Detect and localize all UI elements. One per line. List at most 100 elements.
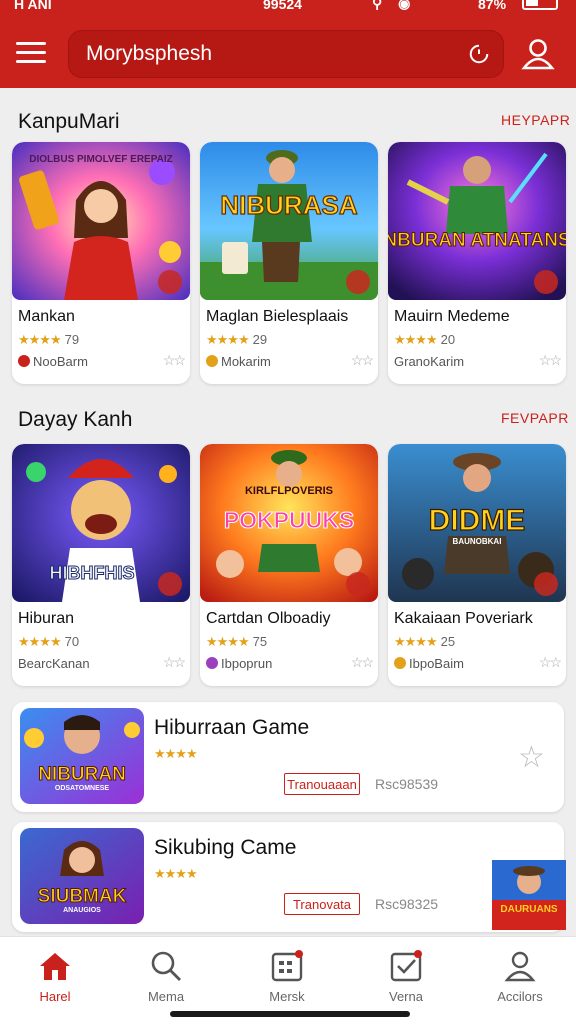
thumbnail-caption: KIRLFLPOVERIS: [245, 485, 333, 497]
app-header: H ANI 99524 ⚲ ◉ 87%: [0, 0, 576, 88]
thumbnail-caption: ANAUGIOS: [63, 907, 101, 914]
publisher-icon: [18, 355, 30, 367]
publisher-icon: [394, 657, 406, 669]
home-indicator: [170, 1011, 410, 1017]
search-icon: [151, 951, 181, 981]
game-rating: ★★★★ 79: [18, 332, 79, 348]
star-outline-icon[interactable]: ☆☆: [163, 352, 186, 369]
battery-percent: 87%: [478, 0, 507, 12]
download-button[interactable]: Tranouaaan: [284, 773, 360, 795]
publisher-name: Ibpoprun: [221, 656, 273, 671]
floating-game-thumbnail[interactable]: DAURUANS: [492, 860, 566, 930]
status-bar: H ANI 99524 ⚲ ◉ 87%: [0, 0, 576, 18]
game-thumbnail: SIUBMAK ANAUGIOS: [20, 828, 144, 924]
game-rating: ★★★★ 75: [206, 634, 267, 650]
publisher-name: GranoKarim: [394, 354, 465, 369]
carrier-label: H ANI: [14, 0, 52, 12]
signal-icon: ⚲ ◉: [372, 0, 417, 11]
game-publisher: Mokarim: [206, 354, 271, 369]
nav-item-account[interactable]: Accilors: [465, 937, 575, 1017]
game-publisher: BearcKanan: [18, 656, 90, 671]
game-name: Mankan: [18, 308, 75, 325]
see-all-link[interactable]: FEVPAPR: [501, 410, 569, 426]
search-bar[interactable]: [68, 30, 504, 78]
game-rating: ★★★★ 25: [394, 634, 455, 650]
game-thumbnail: NIBURAN ODSATOMNESE: [20, 708, 144, 804]
publisher-name: IbpoBaim: [409, 656, 464, 671]
favorite-badge-icon[interactable]: [158, 270, 182, 294]
star-outline-icon[interactable]: ☆☆: [539, 654, 562, 671]
section-title: KanpuMari: [18, 110, 120, 133]
download-button[interactable]: Tranovata: [284, 893, 360, 915]
favorite-badge-icon[interactable]: [346, 270, 370, 294]
game-card[interactable]: DIOLBUS PIMOLVEF EREPAIZ Mankan ★★★★ 79 N…: [12, 142, 190, 384]
star-rating-icon: ★★★★: [394, 634, 438, 649]
nav-item-search[interactable]: Mema: [111, 937, 221, 1017]
game-name: Mauirn Medeme: [394, 308, 510, 325]
file-size: Rsc98325: [375, 896, 439, 912]
game-card[interactable]: NBURAN ATNATANS Mauirn Medeme ★★★★ 20 Gra…: [388, 142, 566, 384]
star-outline-icon[interactable]: ☆☆: [539, 352, 562, 369]
home-icon: [40, 953, 70, 980]
star-rating-icon: ★★★★: [154, 866, 198, 881]
see-all-link[interactable]: HEYPAPR: [501, 112, 570, 128]
game-rating: ★★★★ 20: [394, 332, 455, 348]
game-publisher: IbpoBaim: [394, 656, 464, 671]
publisher-icon: [206, 657, 218, 669]
nav-label: Accilors: [497, 989, 543, 1004]
star-rating-icon: ★★★★: [154, 746, 198, 761]
favorite-badge-icon[interactable]: [534, 270, 558, 294]
star-rating-icon: ★★★★: [206, 332, 250, 347]
rating-value: 20: [440, 332, 456, 347]
content-area: KanpuMari HEYPAPR DIOLBUS PIMOLVEF EREPA…: [0, 88, 576, 936]
publisher-name: Mokarim: [221, 354, 271, 369]
star-outline-icon[interactable]: ☆☆: [163, 654, 186, 671]
favorite-badge-icon[interactable]: [534, 572, 558, 596]
featured-game-row[interactable]: NIBURAN ODSATOMNESE Hiburraan Game ★★★★ …: [12, 702, 564, 812]
favorite-badge-icon[interactable]: [346, 572, 370, 596]
star-outline-icon[interactable]: ☆☆: [351, 654, 374, 671]
star-rating-icon: ★★★★: [18, 332, 62, 347]
rating-value: 79: [64, 332, 80, 347]
nav-item-checklist[interactable]: Verna: [351, 937, 461, 1017]
checkbox-icon: [390, 950, 422, 982]
thumbnail-caption: DIOLBUS PIMOLVEF EREPAIZ: [29, 154, 173, 165]
favorite-badge-icon[interactable]: [158, 572, 182, 596]
section-title: Dayay Kanh: [18, 408, 133, 431]
search-input[interactable]: [86, 38, 456, 70]
thumbnail-art-text: SIUBMAK: [38, 886, 127, 907]
star-outline-icon[interactable]: ☆: [518, 740, 545, 775]
menu-button[interactable]: [16, 40, 48, 66]
battery-icon: [522, 0, 558, 10]
star-outline-icon[interactable]: ☆☆: [351, 352, 374, 369]
game-card[interactable]: NIBURASA Maglan Bielesplaais ★★★★ 29 Moka…: [200, 142, 378, 384]
nav-item-home[interactable]: Harel: [0, 937, 110, 1017]
game-card[interactable]: HIBHFHIS Hiburan ★★★★ 70 BearcKanan ☆☆: [12, 444, 190, 686]
thumbnail-art-text: DAURUANS: [500, 904, 558, 915]
rating-value: 25: [440, 634, 456, 649]
refresh-icon[interactable]: [468, 43, 490, 65]
thumbnail-caption: ODSATOMNESE: [55, 785, 110, 792]
game-rating: ★★★★ 29: [206, 332, 267, 348]
profile-icon[interactable]: [520, 36, 556, 72]
nav-label: Mema: [147, 989, 185, 1004]
game-publisher: NooBarm: [18, 354, 88, 369]
featured-game-title: Hiburraan Game: [154, 716, 310, 739]
star-rating-icon: ★★★★: [206, 634, 250, 649]
game-card[interactable]: DIDME BAUNOBKAI Kakaiaan Poveriark ★★★★ 2…: [388, 444, 566, 686]
clock: 99524: [263, 0, 302, 12]
game-rating: ★★★★ 70: [18, 634, 79, 650]
thumbnail-art-text: NIBURASA: [220, 190, 357, 220]
thumbnail-art-text: DIDME: [429, 504, 526, 537]
featured-game-row[interactable]: SIUBMAK ANAUGIOS Sikubing Came ★★★★ Tran…: [12, 822, 564, 932]
game-name: Kakaiaan Poveriark: [394, 610, 533, 627]
game-name: Maglan Bielesplaais: [206, 308, 349, 325]
thumbnail-caption: BAUNOBKAI: [453, 537, 502, 546]
game-card[interactable]: KIRLFLPOVERIS POKPUUKS Cartdan Olboadiy …: [200, 444, 378, 686]
nav-item-grid[interactable]: Mersk: [232, 937, 342, 1017]
rating-value: 29: [252, 332, 268, 347]
game-publisher: Ibpoprun: [206, 656, 272, 671]
publisher-icon: [206, 355, 218, 367]
star-rating-icon: ★★★★: [394, 332, 438, 347]
rating-value: 75: [252, 634, 268, 649]
